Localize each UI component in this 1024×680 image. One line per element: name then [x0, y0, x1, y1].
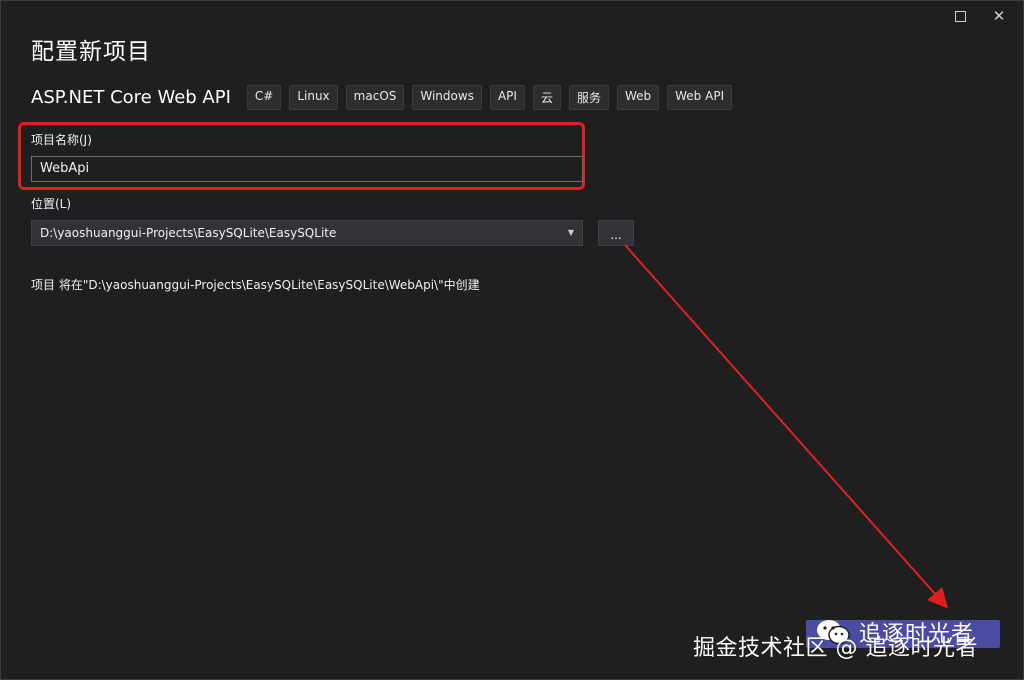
tag: Linux — [289, 84, 338, 110]
watermark-text: 掘金技术社区 @ 追逐时光者 — [693, 636, 978, 661]
maximize-icon — [954, 10, 966, 22]
tag: 服务 — [568, 84, 609, 110]
template-tags: C# Linux macOS Windows API 云 服务 Web Web … — [246, 84, 733, 110]
template-name: ASP.NET Core Web API — [31, 86, 231, 108]
browse-button[interactable]: ... — [598, 220, 634, 246]
tag: 云 — [532, 84, 561, 110]
dialog-window: ✕ 配置新项目 ASP.NET Core Web API C# Linux ma… — [0, 0, 1024, 680]
location-dropdown[interactable]: D:\yaoshuanggui-Projects\EasySQLite\Easy… — [31, 220, 583, 246]
chevron-down-icon: ▼ — [567, 228, 574, 237]
create-path-note: 项目 将在"D:\yaoshuanggui-Projects\EasySQLit… — [31, 278, 480, 292]
tag: C# — [246, 84, 282, 110]
maximize-button[interactable] — [944, 5, 976, 27]
page-title: 配置新项目 — [31, 39, 151, 65]
close-icon: ✕ — [992, 7, 1006, 25]
tag: Windows — [412, 84, 482, 110]
template-header: ASP.NET Core Web API C# Linux macOS Wind… — [31, 84, 733, 110]
location-label: 位置(L) — [31, 197, 72, 211]
close-button[interactable]: ✕ — [983, 5, 1015, 27]
tag: Web — [616, 84, 660, 110]
tag: macOS — [345, 84, 405, 110]
tag: Web API — [667, 84, 733, 110]
tag: API — [489, 84, 525, 110]
project-name-label: 项目名称(J) — [31, 133, 92, 147]
location-value: D:\yaoshuanggui-Projects\EasySQLite\Easy… — [40, 226, 337, 240]
project-name-input[interactable]: WebApi — [31, 156, 583, 182]
